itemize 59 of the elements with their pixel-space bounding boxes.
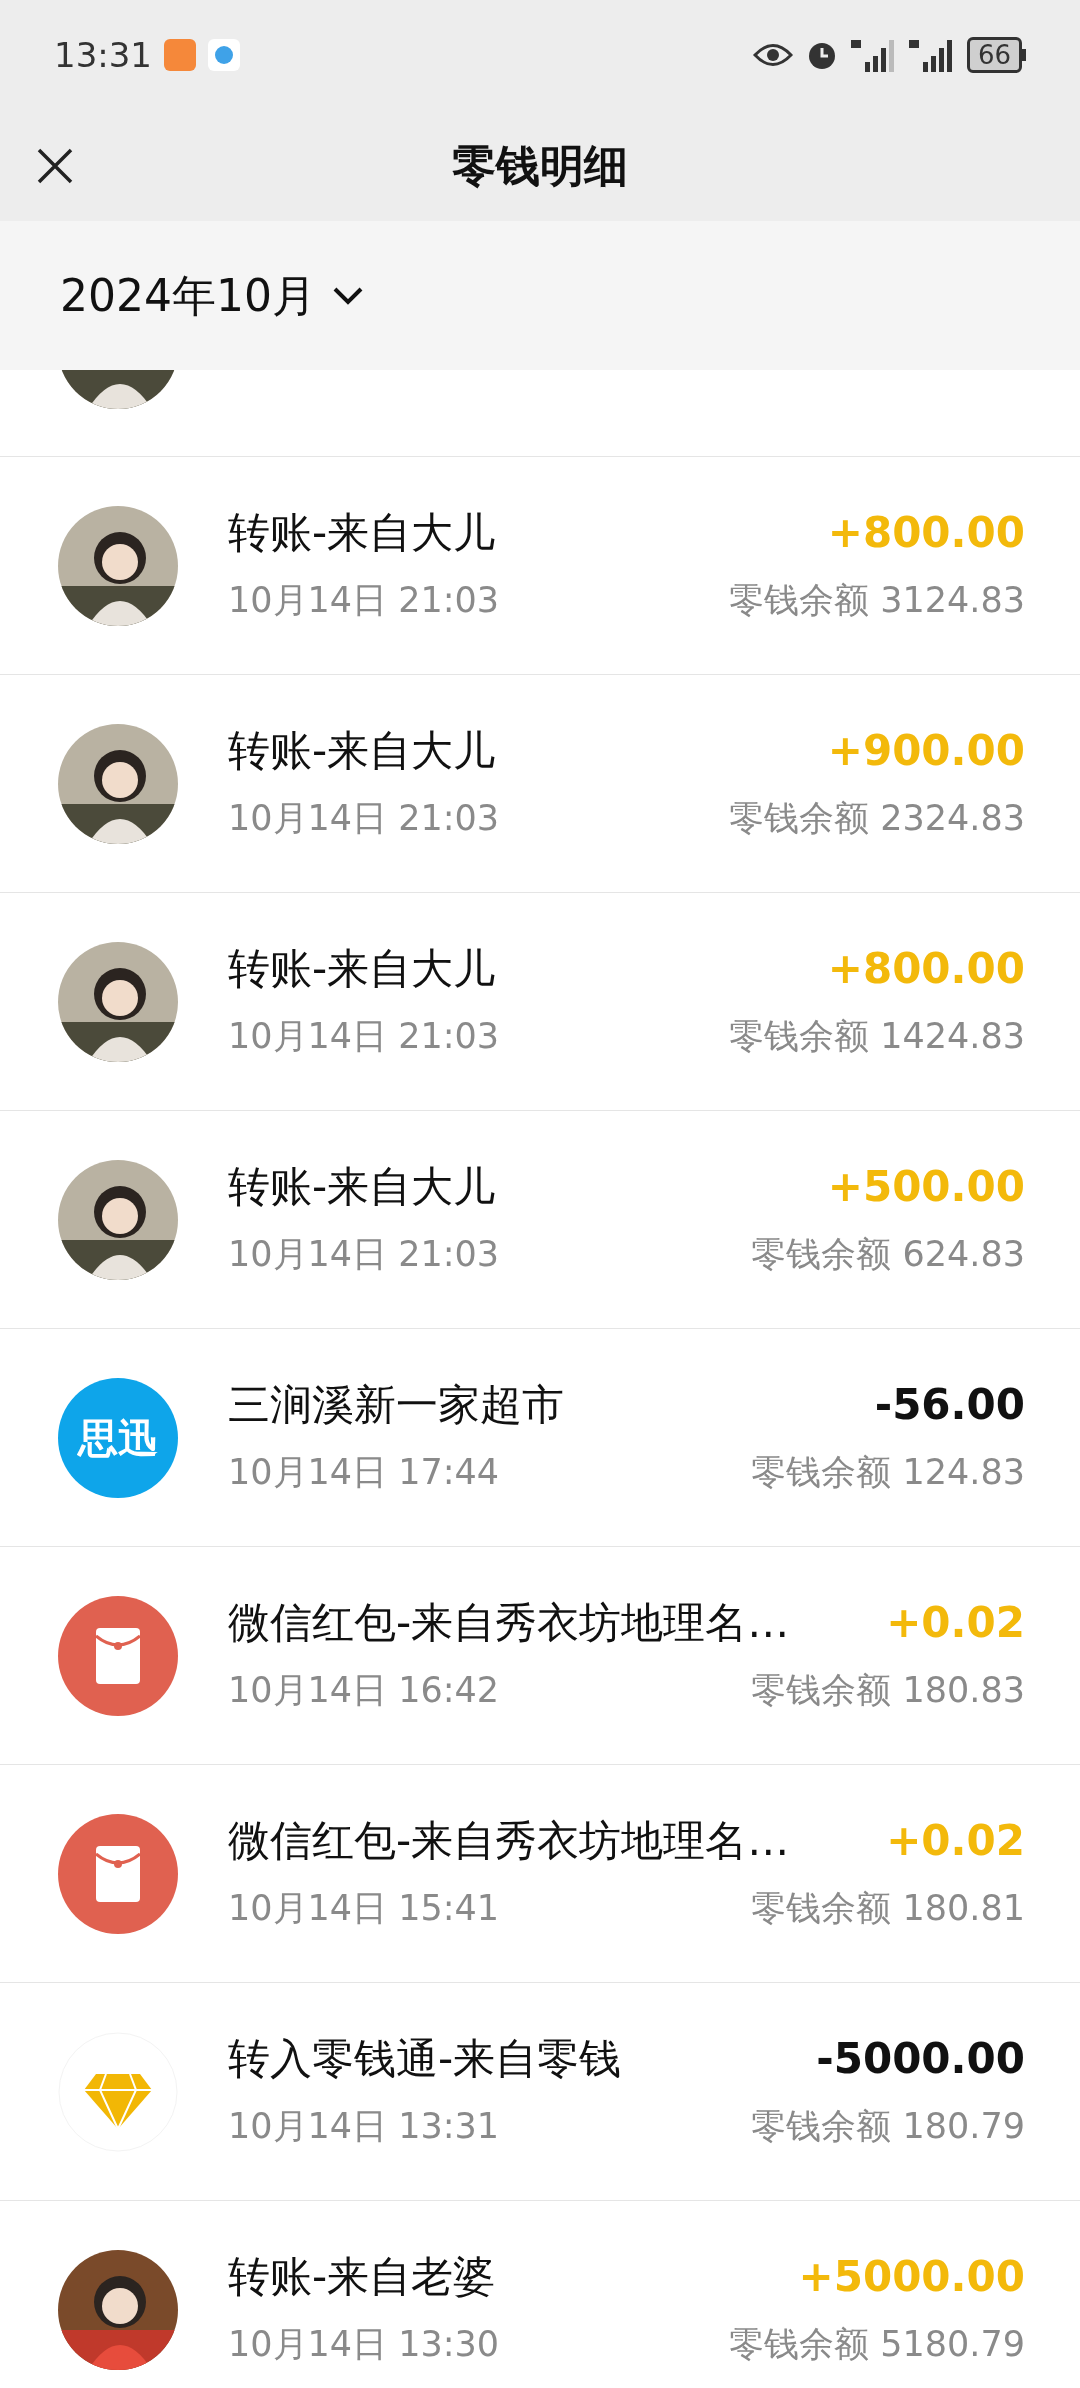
status-time: 13:31 (54, 33, 152, 77)
transaction-amount: +800.00 (827, 506, 1025, 559)
balance-text: 零钱余额 180.79 (751, 2105, 1025, 2149)
transaction-row[interactable]: 思迅 三涧溪新一家超市 -56.00 10月14日 17:44 零钱余额 124.83 (0, 1329, 1080, 1547)
transaction-row[interactable]: 微信红包-来自秀衣坊地理名… +0.02 10月14日 16:42 零钱余额 180.83 (0, 1547, 1080, 1765)
envelope-icon (58, 1813, 178, 1934)
balance-text: 零钱余额 2324.83 (729, 797, 1025, 841)
transaction-amount: -56.00 (874, 1378, 1025, 1431)
transaction-time: 10月14日 15:41 (228, 1887, 500, 1931)
transaction-row[interactable]: 转账-来自老婆 +5000.00 10月14日 13:30 零钱余额 5180.79 (0, 2201, 1080, 2388)
balance-text: 零钱余额 5180.79 (729, 2323, 1025, 2367)
transaction-title: 微信红包-来自秀衣坊地理名… (228, 1814, 790, 1867)
signal-icon (850, 38, 897, 72)
page-title: 零钱明细 (452, 138, 628, 193)
transaction-time: 10月14日 21:03 (228, 1015, 500, 1059)
transaction-amount: +0.02 (886, 1596, 1025, 1649)
transaction-row[interactable]: 转账-来自大儿 +500.00 10月14日 21:03 零钱余额 624.83 (0, 1111, 1080, 1329)
battery-indicator: 66 (966, 37, 1022, 73)
app-notification-icon (164, 39, 196, 71)
transaction-title: 转账-来自大儿 (228, 1160, 496, 1213)
balance-text: 零钱余额 3124.83 (729, 579, 1025, 623)
signal-icon (908, 38, 955, 72)
transaction-time: 10月14日 13:30 (228, 2323, 500, 2367)
transaction-time: 10月14日 21:03 (228, 1233, 500, 1277)
app-logo: 思迅 (58, 1377, 178, 1498)
transaction-time: 10月14日 13:31 (228, 2105, 500, 2149)
transaction-row[interactable]: 微信红包-来自秀衣坊地理名… +0.02 10月14日 15:41 零钱余额 180.81 (0, 1765, 1080, 1983)
transaction-amount: +500.00 (827, 1160, 1025, 1213)
transaction-row[interactable] (0, 370, 1080, 457)
transaction-amount: +0.02 (886, 1814, 1025, 1867)
balance-text: 零钱余额 180.81 (751, 1887, 1025, 1931)
transaction-time: 10月14日 21:03 (228, 797, 500, 841)
month-picker[interactable]: 2024年10月 (60, 262, 364, 329)
balance-text: 零钱余额 180.83 (751, 1669, 1025, 1713)
transaction-amount: +5000.00 (798, 2250, 1025, 2303)
transaction-row[interactable]: 转入零钱通-来自零钱 -5000.00 10月14日 13:31 零钱余额 180.79 (0, 1983, 1080, 2201)
balance-text: 零钱余额 124.83 (751, 1451, 1025, 1495)
transaction-title: 三涧溪新一家超市 (228, 1378, 564, 1431)
transaction-time: 10月14日 16:42 (228, 1669, 500, 1713)
transaction-row[interactable]: 转账-来自大儿 +800.00 10月14日 21:03 零钱余额 1424.83 (0, 893, 1080, 1111)
eye-icon (752, 42, 793, 68)
transaction-amount: -5000.00 (816, 2032, 1025, 2085)
transaction-title: 转入零钱通-来自零钱 (228, 2032, 622, 2085)
balance-text: 零钱余额 624.83 (751, 1233, 1025, 1277)
transaction-time: 10月14日 17:44 (228, 1451, 500, 1495)
envelope-icon (58, 1595, 178, 1716)
transaction-title: 转账-来自大儿 (228, 942, 496, 995)
transaction-row[interactable]: 转账-来自大儿 +900.00 10月14日 21:03 零钱余额 2324.83 (0, 675, 1080, 893)
app-notification-icon (208, 39, 240, 71)
transaction-title: 转账-来自大儿 (228, 506, 496, 559)
transaction-time: 10月14日 21:03 (228, 579, 500, 623)
transaction-title: 转账-来自大儿 (228, 724, 496, 777)
chevron-down-icon (331, 285, 364, 306)
transaction-amount: +800.00 (827, 942, 1025, 995)
transaction-title: 微信红包-来自秀衣坊地理名… (228, 1596, 790, 1649)
transaction-amount: +900.00 (827, 724, 1025, 777)
transaction-row[interactable]: 转账-来自大儿 +800.00 10月14日 21:03 零钱余额 3124.83 (0, 457, 1080, 675)
transaction-title: 转账-来自老婆 (228, 2250, 496, 2303)
balance-text: 零钱余额 1424.83 (729, 1015, 1025, 1059)
